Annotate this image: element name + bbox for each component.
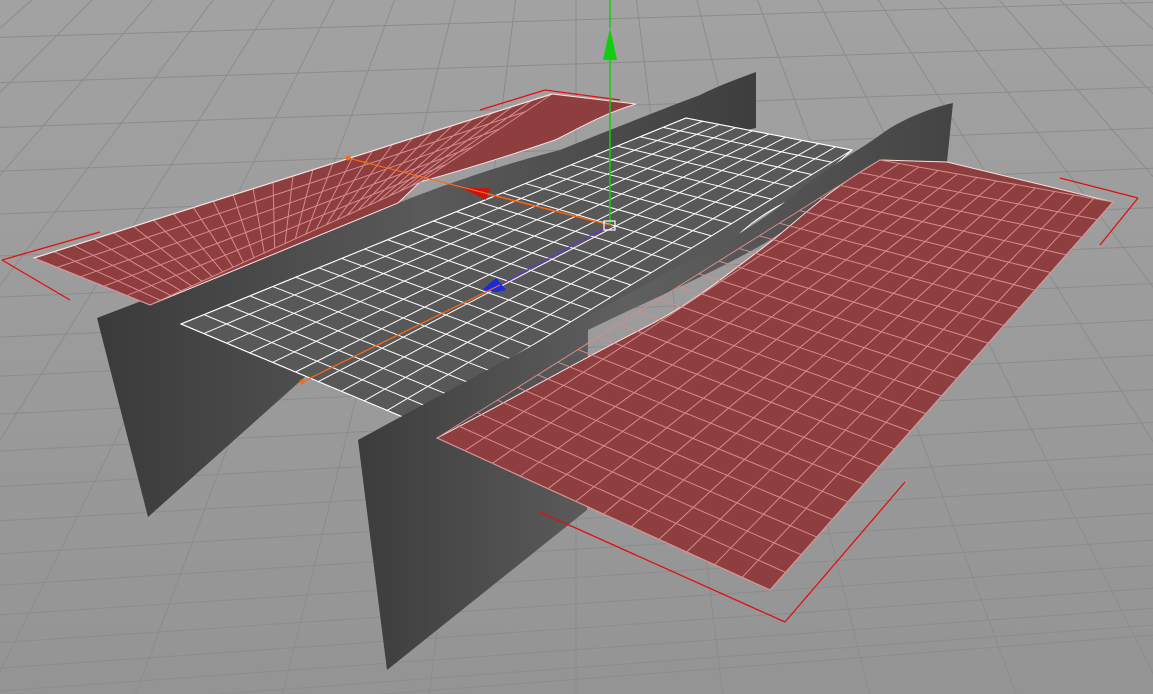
- handle-bottom[interactable]: [299, 379, 305, 385]
- 3d-viewport[interactable]: [0, 0, 1153, 694]
- handle-left[interactable]: [345, 155, 351, 161]
